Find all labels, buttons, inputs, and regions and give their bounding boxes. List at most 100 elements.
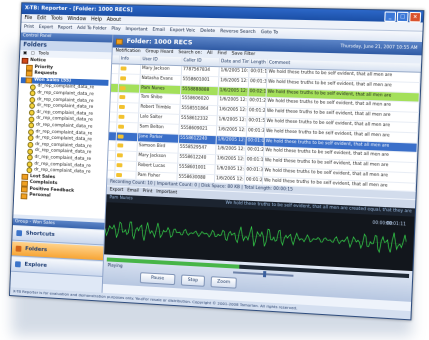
shortcuts-icon [16, 230, 23, 237]
menu-tools[interactable]: Tools [51, 15, 63, 23]
export-voice-button[interactable]: Export Voic [170, 26, 196, 37]
find-button[interactable]: Find [217, 50, 227, 58]
important-button[interactable]: Important [125, 25, 148, 35]
tools-dropdown[interactable]: Tools [38, 50, 49, 57]
folders-icon [15, 245, 22, 252]
col-caller-id-header[interactable]: Caller ID [182, 57, 221, 67]
cell-user: Sam Belton [138, 123, 180, 134]
playing-status: Playing [107, 263, 123, 270]
cell-user: Robert Trimble [139, 103, 181, 114]
cell-user: Mary Jackson [137, 152, 179, 163]
export-button[interactable]: Export [39, 23, 54, 33]
maximize-button[interactable]: □ [396, 11, 409, 23]
cell-len: 00:01:11 [249, 68, 268, 78]
speaker-icon[interactable] [120, 66, 127, 71]
recording-icon [26, 161, 33, 168]
speaker-icon[interactable] [116, 163, 123, 168]
cell-caller: 5558606020 [180, 95, 219, 106]
main-panel: Folder: 1000 RECS Thursday, June 21, 200… [102, 34, 423, 320]
speaker-icon[interactable] [118, 124, 125, 129]
close-button[interactable]: × [409, 11, 422, 23]
speaker-icon[interactable] [118, 105, 125, 110]
email-button[interactable]: Email [152, 26, 165, 36]
cell-date: 1/6/2005 12:32 PM [217, 116, 248, 127]
recording-icon [29, 84, 36, 91]
cell-len: 00:01:02 [246, 136, 265, 147]
row-info [115, 161, 138, 171]
cell-user: Robert Lucas [136, 161, 179, 173]
cell-caller: 5558612332 [179, 114, 218, 125]
speaker-icon[interactable] [118, 114, 125, 119]
cell-caller: 5558612240 [178, 153, 217, 165]
pause-button[interactable]: Pause [139, 272, 176, 286]
zoom-button[interactable]: Zoom [210, 276, 237, 289]
minimize-button[interactable]: _ [384, 11, 397, 22]
menu-help[interactable]: Help [91, 15, 102, 23]
player-panel: Export Email Print Important Pam Nunes W… [102, 186, 416, 302]
stop-button[interactable]: Stop [180, 274, 206, 287]
col-date-time-header[interactable]: Date and Time [219, 58, 251, 68]
menu-window[interactable]: Window [67, 15, 86, 23]
recording-icon [26, 154, 33, 161]
recording-icon [29, 90, 36, 97]
cell-caller: 5558612240 [178, 134, 217, 145]
menu-about[interactable]: About [107, 16, 122, 24]
folder-tree: Notice Priority Requests Won Sales (55) dr_r… [13, 56, 112, 219]
waveform-baseline [105, 229, 406, 244]
cell-len: 00:01:51 [247, 117, 266, 127]
speaker-icon[interactable] [117, 143, 124, 148]
cell-caller: 5558888888 [181, 85, 219, 96]
menu-edit[interactable]: Edit [37, 14, 46, 22]
folder-icon [115, 38, 123, 45]
cell-caller: 7787567834 [181, 66, 220, 77]
row-info [117, 112, 140, 123]
current-date: Thursday, June 21, 2007 10:55 AM [340, 44, 418, 52]
speaker-icon[interactable] [117, 134, 124, 139]
play-button[interactable]: Play [111, 25, 121, 35]
menu-file[interactable]: File [24, 14, 32, 22]
recording-icon [28, 116, 35, 123]
cell-user: Mary Jackson [140, 65, 183, 75]
time-total: 00:01:11 [386, 220, 407, 227]
cell-user: Natasha Evans [140, 74, 182, 85]
cell-user: Lalo Salter [138, 113, 181, 124]
cell-len: 00:01:18 [245, 156, 264, 167]
cell-len: 00:01:24 [247, 107, 267, 117]
volume-thumb[interactable] [263, 271, 267, 278]
goto-button[interactable]: Goto To [260, 28, 279, 38]
row-info [117, 103, 140, 113]
col-info-header[interactable]: Info [119, 55, 142, 65]
delete-button[interactable]: Delete [200, 27, 215, 37]
recording-icon [27, 135, 34, 142]
player-print-button[interactable]: Print [142, 188, 153, 196]
cell-user: Jane Parker [137, 132, 180, 144]
cell-date: 1/6/2005 12:13:48 PM [218, 86, 249, 97]
nav-label: Shortcuts [25, 230, 55, 238]
player-important-button[interactable]: Important [156, 189, 177, 198]
cell-date: 1/6/2005 12:06 PM [217, 106, 248, 117]
folder-add-icon[interactable]: ▣ [23, 50, 27, 57]
speaker-icon[interactable] [116, 172, 123, 177]
recording-icon [27, 141, 34, 148]
nav-label: Folders [24, 246, 48, 254]
left-panel: Control Panel Folders ▣ ▢ Tools Notice Pr… [9, 32, 114, 301]
volume-slider[interactable] [233, 271, 294, 278]
app-window: X-TB: Reporter - [Folder: 1000 RECS] _ □… [9, 2, 425, 321]
col-user-id-header[interactable]: User ID [141, 56, 183, 66]
speaker-icon[interactable] [119, 95, 126, 100]
speaker-icon[interactable] [119, 85, 126, 90]
recording-icon [29, 96, 36, 103]
cell-len: 00:01:31 [248, 77, 268, 88]
nav-label: Explore [24, 261, 48, 269]
speaker-icon[interactable] [120, 76, 127, 81]
folder-remove-icon[interactable]: ▢ [31, 50, 35, 57]
tree-item-label: Personal [29, 193, 51, 199]
folder-icon [20, 193, 28, 200]
print-button[interactable]: Print [24, 23, 34, 33]
cell-user: Pam Nunes [139, 84, 182, 95]
speaker-icon[interactable] [116, 153, 123, 158]
col-length-header[interactable]: Length [249, 59, 269, 68]
folder-icon [21, 58, 29, 65]
search-scope-select[interactable]: All [207, 50, 213, 58]
report-button[interactable]: Report [57, 24, 73, 34]
